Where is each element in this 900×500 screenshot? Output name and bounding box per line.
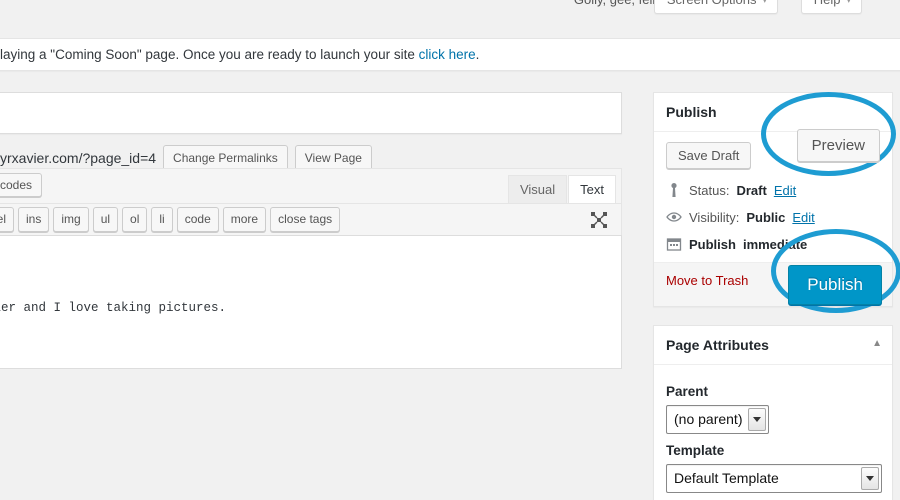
template-select-value: Default Template [674,470,779,487]
chevron-down-icon: ▾ [762,0,767,5]
visibility-value: Public [746,209,786,225]
publish-box: Publish Save Draft Status: Draft Edit Vi… [653,92,893,308]
status-row: Status: Draft Edit [666,177,880,204]
quicktag-ul[interactable]: ul [92,207,119,232]
editor-content-column: yrxavier.com/?page_id=4 Change Permalink… [0,92,622,173]
chevron-down-icon [748,408,767,432]
visibility-label: Visibility: [689,209,740,225]
publish-time-label: Publish [689,236,736,252]
quicktag-img[interactable]: img [53,207,89,232]
eye-icon [666,209,682,225]
publish-box-footer: Move to Trash Publish [654,262,892,307]
visibility-row: Visibility: Public Edit [666,204,880,231]
page-attributes-header: Page Attributes ▲ [654,326,892,366]
parent-label: Parent [666,384,709,400]
notice-text-before: laying a "Coming Soon" page. Once you ar… [0,47,419,62]
help-label: Help [814,0,841,7]
help-button[interactable]: Help ▾ [800,0,862,14]
page-attributes-box: Page Attributes ▲ Parent (no parent) Tem… [653,325,893,500]
screen-options-label: Screen Options [667,0,757,7]
quicktag-code[interactable]: code [176,207,219,232]
editor-sidebar: Publish Save Draft Status: Draft Edit Vi… [653,92,893,500]
publish-box-header: Publish [654,93,892,133]
pin-icon [666,182,682,198]
quicktag-ol[interactable]: ol [122,207,148,232]
move-to-trash-link[interactable]: Move to Trash [666,273,748,288]
post-editor: ortcodes Visual Text del ins img ul ol l… [0,168,622,369]
template-select[interactable]: Default Template [666,464,882,494]
wordpress-page-editor-screen: Golly, gee, fellas Screen Options▾ Help▾… [0,0,900,500]
visibility-edit-link[interactable]: Edit [792,210,814,225]
quicktag-del[interactable]: del [0,207,15,232]
notice-text: laying a "Coming Soon" page. Once you ar… [0,47,479,62]
content-line: vier and I love taking pictures. [0,301,227,315]
chevron-down-icon: ▾ [846,0,851,5]
save-draft-button[interactable]: Save Draft [666,142,752,170]
quicktag-close-tags[interactable]: close tags [270,207,341,232]
tab-text[interactable]: Text [568,175,616,204]
publish-time-row: Publish immediate [666,231,880,258]
tab-visual[interactable]: Visual [507,175,568,204]
status-label: Status: [689,182,730,198]
status-edit-link[interactable]: Edit [774,183,796,198]
admin-top-strip: Golly, gee, fellas Screen Options▾ Help▾ [0,0,900,30]
editor-top-toolbar: ortcodes Visual Text [0,168,622,204]
quicktag-li[interactable]: li [151,207,173,232]
page-attributes-body: Parent (no parent) Template Default Temp… [654,365,892,500]
click-here-link[interactable]: click here [419,47,476,62]
publish-box-title: Publish [666,104,717,120]
publish-button[interactable]: Publish [788,265,882,306]
quicktag-ins[interactable]: ins [18,207,50,232]
editor-mode-tabs: Visual Text [507,175,616,204]
notice-text-after: . [475,47,480,62]
chevron-down-icon [861,467,879,491]
fullscreen-icon[interactable] [591,212,607,228]
screen-options-button[interactable]: Screen Options ▾ [653,0,778,14]
template-label: Template [666,443,725,459]
page-attributes-title: Page Attributes [666,337,769,354]
permalink-url: yrxavier.com/?page_id=4 [0,150,157,166]
status-value: Draft [736,182,767,198]
preview-button[interactable]: Preview [796,129,880,162]
post-content-textarea[interactable]: vier and I love taking pictures. right?!… [0,235,622,369]
parent-select-value: (no parent) [674,411,743,428]
quicktags-toolbar: del ins img ul ol li code more close tag… [0,203,622,235]
shortcodes-button[interactable]: ortcodes [0,173,43,197]
publish-time-value: immediate [742,236,808,252]
post-title-input[interactable] [0,92,622,134]
coming-soon-notice: laying a "Coming Soon" page. Once you ar… [0,38,900,71]
calendar-icon [666,236,682,252]
quicktag-more[interactable]: more [222,207,267,232]
parent-select[interactable]: (no parent) [666,405,770,435]
chevron-up-icon[interactable]: ▲ [872,337,882,350]
